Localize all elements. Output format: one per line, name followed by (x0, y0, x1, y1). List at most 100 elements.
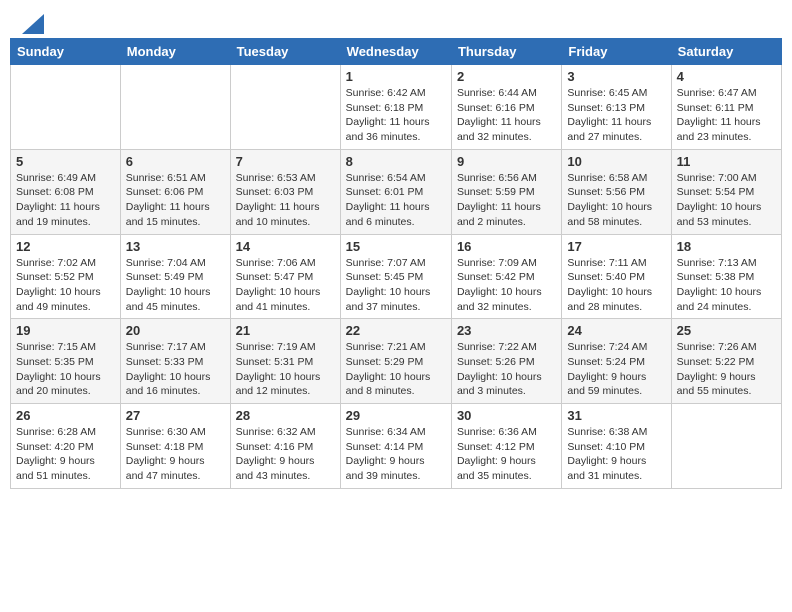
day-number: 4 (677, 69, 776, 84)
day-number: 27 (126, 408, 225, 423)
calendar-header-sunday: Sunday (11, 39, 121, 65)
day-info: Sunrise: 7:24 AM Sunset: 5:24 PM Dayligh… (567, 340, 665, 399)
day-info: Sunrise: 7:11 AM Sunset: 5:40 PM Dayligh… (567, 256, 665, 315)
day-info: Sunrise: 6:30 AM Sunset: 4:18 PM Dayligh… (126, 425, 225, 484)
calendar-cell: 12Sunrise: 7:02 AM Sunset: 5:52 PM Dayli… (11, 234, 121, 319)
day-number: 3 (567, 69, 665, 84)
day-number: 5 (16, 154, 115, 169)
day-number: 22 (346, 323, 446, 338)
calendar-cell: 8Sunrise: 6:54 AM Sunset: 6:01 PM Daylig… (340, 149, 451, 234)
day-info: Sunrise: 6:44 AM Sunset: 6:16 PM Dayligh… (457, 86, 556, 145)
calendar-cell: 19 Sunrise: 7:15 AM Sunset: 5:35 PM Dayli… (11, 319, 121, 404)
calendar-cell (230, 65, 340, 150)
calendar-week-row: 26 Sunrise: 6:28 AM Sunset: 4:20 PM Dayli… (11, 404, 782, 489)
day-info: Sunrise: 6:47 AM Sunset: 6:11 PM Dayligh… (677, 86, 776, 145)
day-number: 11 (677, 154, 776, 169)
day-number: 25 (677, 323, 776, 338)
calendar-cell: 10 Sunrise: 6:58 AM Sunset: 5:56 PM Dayli… (562, 149, 671, 234)
day-info: Sunrise: 6:32 AM Sunset: 4:16 PM Dayligh… (236, 425, 335, 484)
day-number: 6 (126, 154, 225, 169)
day-info: Sunrise: 7:04 AM Sunset: 5:49 PM Dayligh… (126, 256, 225, 315)
day-number: 15 (346, 239, 446, 254)
day-info: Sunrise: 7:02 AM Sunset: 5:52 PM Dayligh… (16, 256, 115, 315)
calendar-header-wednesday: Wednesday (340, 39, 451, 65)
calendar-cell: 14Sunrise: 7:06 AM Sunset: 5:47 PM Dayli… (230, 234, 340, 319)
day-info: Sunrise: 6:28 AM Sunset: 4:20 PM Dayligh… (16, 425, 115, 484)
calendar-table: SundayMondayTuesdayWednesdayThursdayFrid… (10, 38, 782, 489)
day-info: Sunrise: 6:49 AM Sunset: 6:08 PM Dayligh… (16, 171, 115, 230)
day-info: Sunrise: 6:38 AM Sunset: 4:10 PM Dayligh… (567, 425, 665, 484)
day-info: Sunrise: 6:36 AM Sunset: 4:12 PM Dayligh… (457, 425, 556, 484)
calendar-week-row: 1 Sunrise: 6:42 AM Sunset: 6:18 PM Daylig… (11, 65, 782, 150)
calendar-cell: 5 Sunrise: 6:49 AM Sunset: 6:08 PM Daylig… (11, 149, 121, 234)
day-number: 7 (236, 154, 335, 169)
day-info: Sunrise: 7:21 AM Sunset: 5:29 PM Dayligh… (346, 340, 446, 399)
calendar-week-row: 19 Sunrise: 7:15 AM Sunset: 5:35 PM Dayli… (11, 319, 782, 404)
calendar-cell: 22 Sunrise: 7:21 AM Sunset: 5:29 PM Dayli… (340, 319, 451, 404)
day-info: Sunrise: 6:51 AM Sunset: 6:06 PM Dayligh… (126, 171, 225, 230)
calendar-cell (11, 65, 121, 150)
calendar-cell: 23 Sunrise: 7:22 AM Sunset: 5:26 PM Dayli… (451, 319, 561, 404)
day-info: Sunrise: 6:58 AM Sunset: 5:56 PM Dayligh… (567, 171, 665, 230)
day-info: Sunrise: 7:07 AM Sunset: 5:45 PM Dayligh… (346, 256, 446, 315)
calendar-cell: 9 Sunrise: 6:56 AM Sunset: 5:59 PM Daylig… (451, 149, 561, 234)
calendar-header-monday: Monday (120, 39, 230, 65)
day-number: 18 (677, 239, 776, 254)
day-number: 17 (567, 239, 665, 254)
page-header (10, 10, 782, 34)
day-number: 19 (16, 323, 115, 338)
calendar-cell: 29 Sunrise: 6:34 AM Sunset: 4:14 PM Dayli… (340, 404, 451, 489)
day-info: Sunrise: 6:56 AM Sunset: 5:59 PM Dayligh… (457, 171, 556, 230)
calendar-cell: 13 Sunrise: 7:04 AM Sunset: 5:49 PM Dayli… (120, 234, 230, 319)
day-info: Sunrise: 7:06 AM Sunset: 5:47 PM Dayligh… (236, 256, 335, 315)
day-number: 8 (346, 154, 446, 169)
day-info: Sunrise: 6:34 AM Sunset: 4:14 PM Dayligh… (346, 425, 446, 484)
calendar-cell: 3 Sunrise: 6:45 AM Sunset: 6:13 PM Daylig… (562, 65, 671, 150)
day-number: 10 (567, 154, 665, 169)
day-number: 28 (236, 408, 335, 423)
day-number: 24 (567, 323, 665, 338)
day-info: Sunrise: 6:45 AM Sunset: 6:13 PM Dayligh… (567, 86, 665, 145)
calendar-week-row: 5 Sunrise: 6:49 AM Sunset: 6:08 PM Daylig… (11, 149, 782, 234)
calendar-cell: 16 Sunrise: 7:09 AM Sunset: 5:42 PM Dayli… (451, 234, 561, 319)
day-number: 9 (457, 154, 556, 169)
calendar-cell: 30 Sunrise: 6:36 AM Sunset: 4:12 PM Dayli… (451, 404, 561, 489)
calendar-cell: 17 Sunrise: 7:11 AM Sunset: 5:40 PM Dayli… (562, 234, 671, 319)
day-info: Sunrise: 7:22 AM Sunset: 5:26 PM Dayligh… (457, 340, 556, 399)
day-number: 2 (457, 69, 556, 84)
day-number: 29 (346, 408, 446, 423)
day-info: Sunrise: 7:19 AM Sunset: 5:31 PM Dayligh… (236, 340, 335, 399)
calendar-cell: 31 Sunrise: 6:38 AM Sunset: 4:10 PM Dayli… (562, 404, 671, 489)
calendar-cell: 4 Sunrise: 6:47 AM Sunset: 6:11 PM Daylig… (671, 65, 781, 150)
logo (20, 18, 44, 30)
day-number: 21 (236, 323, 335, 338)
calendar-cell: 25Sunrise: 7:26 AM Sunset: 5:22 PM Dayli… (671, 319, 781, 404)
calendar-header-friday: Friday (562, 39, 671, 65)
day-info: Sunrise: 6:42 AM Sunset: 6:18 PM Dayligh… (346, 86, 446, 145)
calendar-cell: 20Sunrise: 7:17 AM Sunset: 5:33 PM Dayli… (120, 319, 230, 404)
calendar-header-tuesday: Tuesday (230, 39, 340, 65)
day-number: 23 (457, 323, 556, 338)
day-info: Sunrise: 7:09 AM Sunset: 5:42 PM Dayligh… (457, 256, 556, 315)
calendar-cell: 11 Sunrise: 7:00 AM Sunset: 5:54 PM Dayli… (671, 149, 781, 234)
day-info: Sunrise: 7:15 AM Sunset: 5:35 PM Dayligh… (16, 340, 115, 399)
calendar-cell: 21 Sunrise: 7:19 AM Sunset: 5:31 PM Dayli… (230, 319, 340, 404)
day-number: 1 (346, 69, 446, 84)
calendar-week-row: 12Sunrise: 7:02 AM Sunset: 5:52 PM Dayli… (11, 234, 782, 319)
day-info: Sunrise: 7:00 AM Sunset: 5:54 PM Dayligh… (677, 171, 776, 230)
logo-triangle-icon (22, 14, 44, 34)
calendar-cell: 2 Sunrise: 6:44 AM Sunset: 6:16 PM Daylig… (451, 65, 561, 150)
calendar-cell: 6 Sunrise: 6:51 AM Sunset: 6:06 PM Daylig… (120, 149, 230, 234)
calendar-cell: 28 Sunrise: 6:32 AM Sunset: 4:16 PM Dayli… (230, 404, 340, 489)
day-number: 16 (457, 239, 556, 254)
calendar-cell: 18Sunrise: 7:13 AM Sunset: 5:38 PM Dayli… (671, 234, 781, 319)
calendar-cell: 7Sunrise: 6:53 AM Sunset: 6:03 PM Daylig… (230, 149, 340, 234)
day-number: 13 (126, 239, 225, 254)
calendar-cell: 24 Sunrise: 7:24 AM Sunset: 5:24 PM Dayli… (562, 319, 671, 404)
day-number: 26 (16, 408, 115, 423)
day-number: 20 (126, 323, 225, 338)
calendar-header-thursday: Thursday (451, 39, 561, 65)
day-number: 31 (567, 408, 665, 423)
calendar-cell: 26 Sunrise: 6:28 AM Sunset: 4:20 PM Dayli… (11, 404, 121, 489)
day-number: 30 (457, 408, 556, 423)
